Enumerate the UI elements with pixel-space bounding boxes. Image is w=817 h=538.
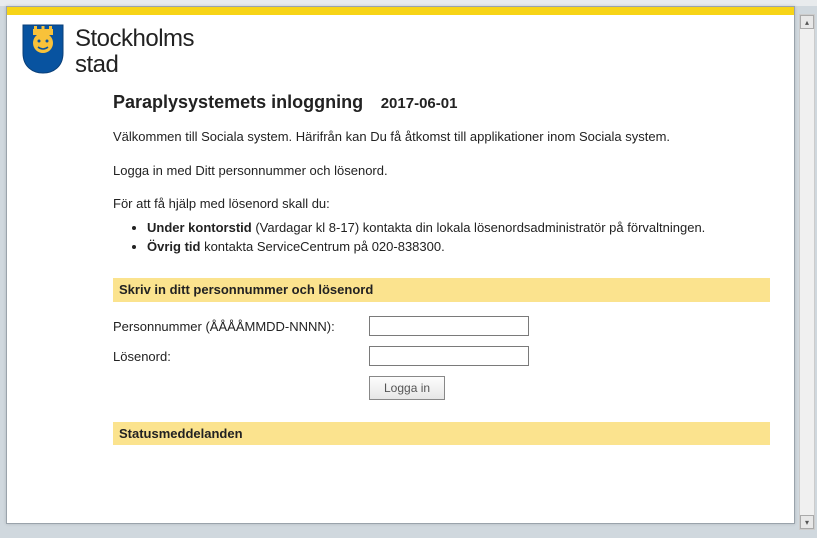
help-item-other-hours: Övrig tid kontakta ServiceCentrum på 020…: [147, 238, 770, 256]
page-title: Paraplysystemets inloggning: [113, 92, 363, 112]
help-item-rest: kontakta ServiceCentrum på 020-838300.: [200, 239, 444, 254]
login-button[interactable]: Logga in: [369, 376, 445, 400]
scroll-up-icon[interactable]: ▴: [800, 15, 814, 29]
help-heading: För att få hjälp med lösenord skall du:: [113, 195, 770, 213]
welcome-text: Välkommen till Sociala system. Härifrån …: [113, 128, 770, 146]
help-item-bold: Under kontorstid: [147, 220, 252, 235]
personnummer-label: Personnummer (ÅÅÅÅMMDD-NNNN):: [113, 316, 369, 336]
help-item-rest: (Vardagar kl 8-17) kontakta din lokala l…: [252, 220, 706, 235]
button-row: Logga in: [369, 376, 770, 400]
help-list: Under kontorstid (Vardagar kl 8-17) kont…: [147, 219, 770, 256]
brand-line1: Stockholms: [75, 26, 194, 51]
main-content: Paraplysystemets inloggning 2017-06-01 V…: [7, 84, 794, 445]
page-content: Stockholms stad Paraplysystemets inloggn…: [6, 6, 795, 524]
losenord-label: Lösenord:: [113, 346, 369, 366]
brand-name: Stockholms stad: [75, 26, 194, 76]
header: Stockholms stad: [7, 15, 794, 84]
login-hint: Logga in med Ditt personnummer och lösen…: [113, 162, 770, 180]
form-row-personnummer: Personnummer (ÅÅÅÅMMDD-NNNN):: [113, 316, 770, 336]
brand-accent-bar: [7, 7, 794, 15]
section-credentials: Skriv in ditt personnummer och lösenord: [113, 278, 770, 302]
vertical-scrollbar[interactable]: ▴ ▾: [799, 14, 815, 530]
help-item-bold: Övrig tid: [147, 239, 200, 254]
section-status: Statusmeddelanden: [113, 422, 770, 446]
title-row: Paraplysystemets inloggning 2017-06-01: [113, 90, 770, 114]
brand-line2: stad: [75, 52, 194, 77]
form-row-losenord: Lösenord:: [113, 346, 770, 366]
scroll-down-icon[interactable]: ▾: [800, 515, 814, 529]
help-item-office-hours: Under kontorstid (Vardagar kl 8-17) kont…: [147, 219, 770, 237]
losenord-input[interactable]: [369, 346, 529, 366]
personnummer-input[interactable]: [369, 316, 529, 336]
stockholm-crest-icon: [21, 23, 65, 80]
page-date: 2017-06-01: [381, 95, 458, 112]
window-frame: ▴ ▾ Stockholms stad: [0, 6, 817, 538]
